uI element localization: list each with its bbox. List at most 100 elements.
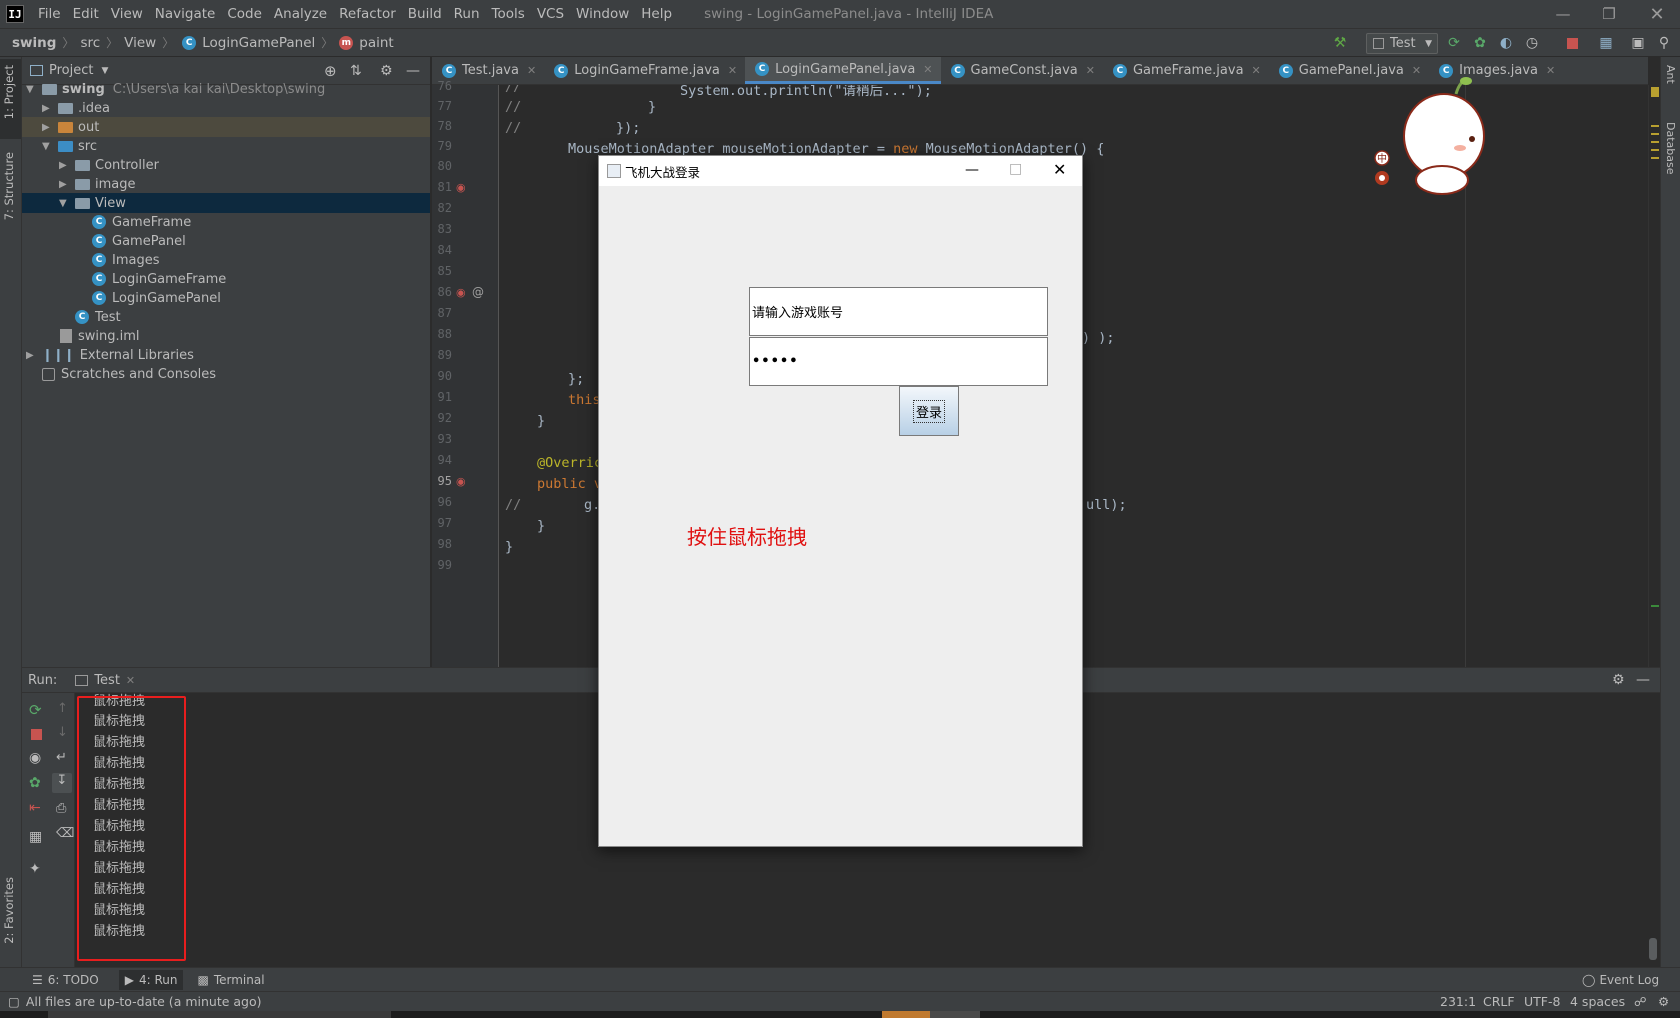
warning-indicator[interactable] bbox=[1651, 87, 1659, 97]
rerun-icon[interactable]: ⟳ bbox=[29, 701, 42, 719]
stop-icon[interactable] bbox=[31, 729, 42, 740]
editor-scrollbar[interactable] bbox=[1648, 85, 1660, 667]
menu-tools[interactable]: Tools bbox=[486, 6, 531, 22]
gear-icon[interactable]: ⚙ bbox=[380, 63, 393, 79]
print-icon[interactable]: ⎙ bbox=[56, 801, 66, 816]
run-tool-tab[interactable]: ▶ 4: Run bbox=[118, 969, 184, 990]
menu-run[interactable]: Run bbox=[448, 6, 486, 22]
layout-icon[interactable]: ▣ bbox=[1628, 33, 1648, 53]
breadcrumb-class[interactable]: LoginGamePanel bbox=[202, 35, 315, 51]
terminal-tab[interactable]: Terminal bbox=[214, 973, 265, 987]
breadcrumb-src[interactable]: src bbox=[80, 35, 100, 51]
tree-item-controller[interactable]: ▶ Controller bbox=[59, 155, 159, 175]
database-tool-tab[interactable]: Database bbox=[1664, 122, 1677, 175]
menu-code[interactable]: Code bbox=[221, 6, 268, 22]
tree-item-external-libraries[interactable]: ▶ ❙❙❙ External Libraries bbox=[26, 345, 194, 365]
indent-setting[interactable]: 4 spaces bbox=[1570, 994, 1625, 1009]
favorites-tool-tab[interactable]: 2: Favorites bbox=[2, 877, 16, 944]
project-structure-icon[interactable]: ▦ bbox=[1596, 33, 1616, 53]
login-button[interactable]: 登录 bbox=[899, 386, 959, 436]
todo-tab[interactable]: 6: TODO bbox=[48, 973, 99, 987]
pin-icon[interactable]: ✦ bbox=[29, 861, 41, 877]
tree-item-swing-iml[interactable]: swing.iml bbox=[60, 326, 140, 346]
file-encoding[interactable]: UTF-8 bbox=[1524, 994, 1560, 1009]
tree-item-logingamepanel[interactable]: C LoginGamePanel bbox=[92, 288, 221, 308]
tree-item-logingameframe[interactable]: C LoginGameFrame bbox=[92, 269, 226, 289]
minimize-icon[interactable]: — bbox=[965, 162, 979, 178]
event-log-tab[interactable]: ◯ Event Log bbox=[1582, 973, 1659, 987]
override-marker-icon[interactable]: ◉ bbox=[456, 181, 466, 194]
menu-help[interactable]: Help bbox=[635, 6, 678, 22]
locate-icon[interactable]: ⊕ bbox=[324, 62, 337, 80]
stop-icon[interactable] bbox=[1562, 33, 1582, 53]
hide-icon[interactable]: — bbox=[1636, 672, 1650, 688]
layout-icon[interactable]: ▦ bbox=[29, 829, 42, 845]
debug-icon[interactable]: ✿ bbox=[1470, 33, 1490, 53]
lock-icon[interactable]: ☍ bbox=[1634, 994, 1647, 1009]
tree-root-swing[interactable]: ▼ swing C:\Users\a kai kai\Desktop\swing bbox=[26, 79, 325, 99]
chevron-down-icon[interactable]: ▼ bbox=[101, 66, 108, 76]
menu-edit[interactable]: Edit bbox=[67, 6, 105, 22]
menu-vcs[interactable]: VCS bbox=[531, 6, 570, 22]
menu-view[interactable]: View bbox=[105, 6, 149, 22]
hide-icon[interactable]: — bbox=[406, 63, 420, 79]
profile-icon[interactable]: ◷ bbox=[1522, 33, 1542, 53]
close-icon[interactable]: ✕ bbox=[1053, 160, 1066, 179]
tree-item-image[interactable]: ▶ image bbox=[59, 174, 136, 194]
tree-item-out[interactable]: ▶ out bbox=[22, 117, 430, 137]
close-tab-icon[interactable]: ✕ bbox=[527, 64, 536, 77]
run-configuration-select[interactable]: Test ▼ bbox=[1366, 33, 1438, 54]
rerun-icon[interactable]: ⟳ bbox=[1444, 33, 1464, 53]
run-tab-test[interactable]: Test bbox=[94, 673, 120, 688]
menu-file[interactable]: File bbox=[32, 6, 67, 22]
tree-item-images[interactable]: C Images bbox=[92, 250, 160, 270]
trash-icon[interactable]: ⌫ bbox=[56, 826, 74, 841]
console-scrollbar-thumb[interactable] bbox=[1649, 938, 1657, 960]
tab-logingamepanel-java[interactable]: C LoginGamePanel.java ✕ bbox=[745, 57, 941, 84]
project-tool-tab[interactable]: 1: Project bbox=[2, 65, 16, 119]
debug-icon[interactable]: ✿ bbox=[29, 775, 41, 791]
build-hammer-icon[interactable]: ⚒ bbox=[1330, 33, 1350, 53]
tree-item-idea[interactable]: ▶ .idea bbox=[42, 98, 110, 118]
ant-tool-tab[interactable]: Ant bbox=[1664, 65, 1677, 84]
inspector-icon[interactable]: ⚙ bbox=[1658, 994, 1669, 1009]
tree-item-gameframe[interactable]: C GameFrame bbox=[92, 212, 191, 232]
gear-icon[interactable]: ⚙ bbox=[1612, 672, 1625, 688]
line-separator[interactable]: CRLF bbox=[1483, 994, 1515, 1009]
minimize-icon[interactable]: — bbox=[1540, 0, 1586, 28]
exit-icon[interactable]: ⇤ bbox=[29, 800, 41, 816]
structure-tool-tab[interactable]: 7: Structure bbox=[2, 152, 16, 220]
tree-item-test[interactable]: C Test bbox=[75, 307, 121, 327]
status-message[interactable]: All files are up-to-date (a minute ago) bbox=[26, 994, 262, 1009]
project-view-select[interactable]: Project bbox=[49, 63, 93, 78]
scroll-to-end-icon[interactable]: ↧ bbox=[52, 773, 72, 793]
menu-window[interactable]: Window bbox=[570, 6, 635, 22]
tab-gameconst-java[interactable]: C GameConst.java ✕ bbox=[941, 57, 1103, 84]
restore-icon[interactable]: ❐ bbox=[1586, 0, 1632, 28]
close-tab-icon[interactable]: ✕ bbox=[1546, 64, 1555, 77]
close-tab-icon[interactable]: ✕ bbox=[1086, 64, 1095, 77]
dialog-title-bar[interactable]: 飞机大战登录 — □ ✕ bbox=[599, 156, 1082, 186]
close-tab-icon[interactable]: ✕ bbox=[728, 64, 737, 77]
password-input[interactable]: ••••• bbox=[749, 337, 1048, 386]
menu-navigate[interactable]: Navigate bbox=[149, 6, 222, 22]
override-marker-icon[interactable]: ◉ bbox=[456, 475, 466, 488]
breadcrumb-project[interactable]: swing bbox=[12, 35, 56, 51]
camera-icon[interactable]: ◉ bbox=[29, 750, 41, 766]
close-tab-icon[interactable]: ✕ bbox=[923, 63, 932, 76]
tab-gameframe-java[interactable]: C GameFrame.java ✕ bbox=[1103, 57, 1269, 84]
coverage-icon[interactable]: ◐ bbox=[1496, 33, 1516, 53]
tree-item-gamepanel[interactable]: C GamePanel bbox=[92, 231, 186, 251]
arrow-down-icon[interactable]: ↓ bbox=[57, 725, 68, 740]
tree-item-src[interactable]: ▼ src bbox=[42, 136, 97, 156]
account-input[interactable]: 请输入游戏账号 bbox=[749, 287, 1048, 336]
arrow-up-icon[interactable]: ↑ bbox=[57, 701, 68, 716]
menu-refactor[interactable]: Refactor bbox=[333, 6, 402, 22]
override-marker-icon[interactable]: ◉ bbox=[456, 286, 466, 299]
close-icon[interactable]: ✕ bbox=[1634, 0, 1680, 28]
menu-analyze[interactable]: Analyze bbox=[268, 6, 333, 22]
soft-wrap-icon[interactable]: ↵ bbox=[56, 750, 67, 765]
close-tab-icon[interactable]: ✕ bbox=[126, 674, 135, 687]
breadcrumb-method[interactable]: paint bbox=[359, 35, 393, 51]
annotation-marker-icon[interactable]: @ bbox=[472, 285, 484, 299]
